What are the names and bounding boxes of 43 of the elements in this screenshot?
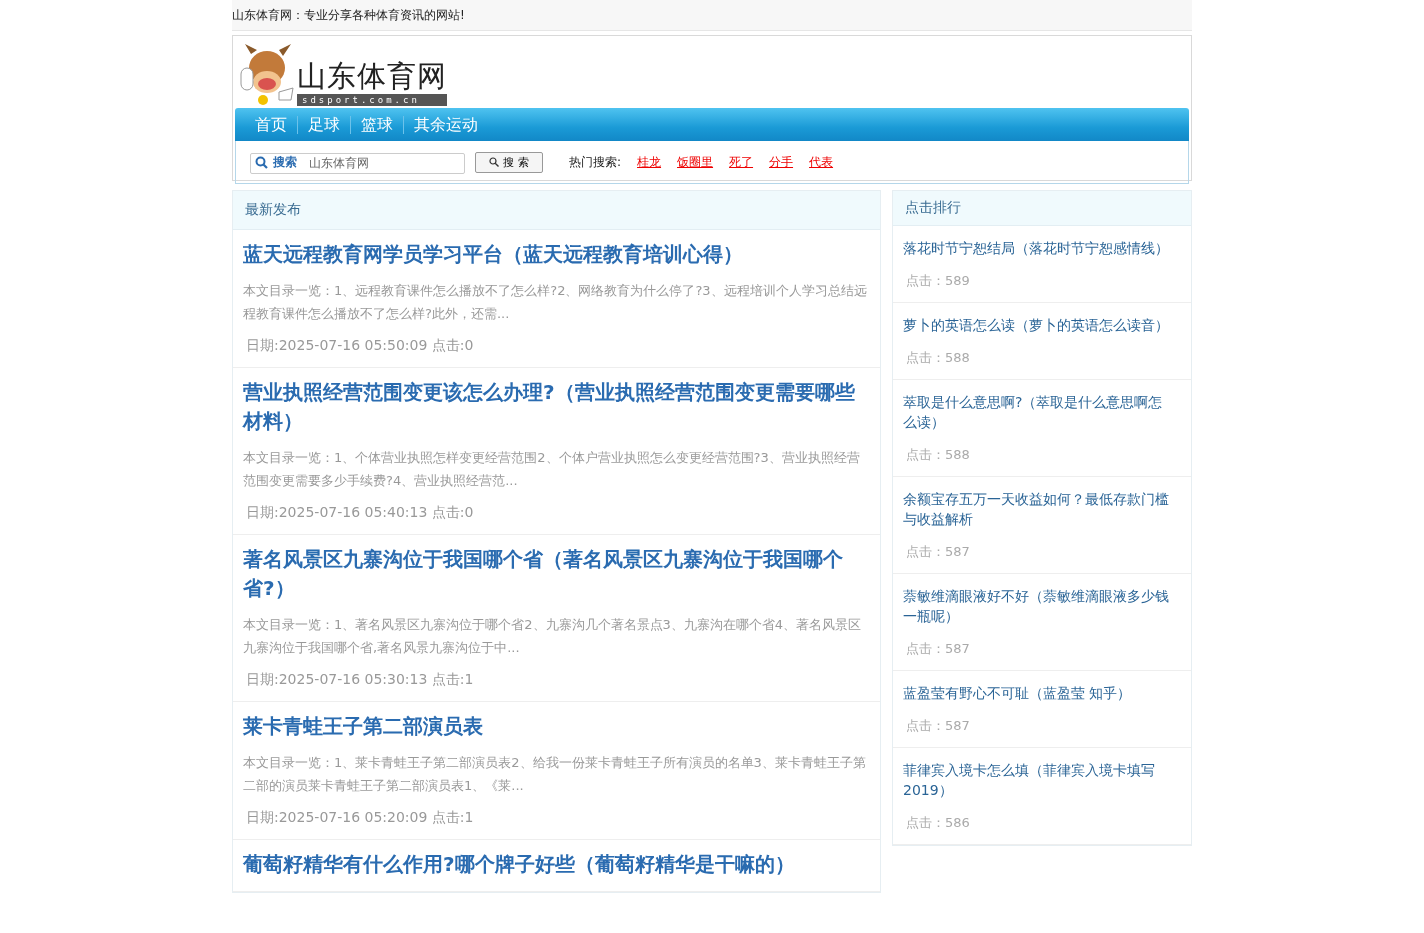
- article-title[interactable]: 莱卡青蛙王子第二部演员表: [243, 712, 870, 741]
- click-count: 点击：587: [905, 640, 971, 658]
- article-title[interactable]: 著名风景区九寨沟位于我国哪个省（著名风景区九寨沟位于我国哪个省?）: [243, 545, 870, 603]
- nav-link[interactable]: 足球: [298, 115, 351, 134]
- logo-domain: sdsport.com.cn: [297, 94, 447, 106]
- site-slogan: 山东体育网：专业分享各种体育资讯的网站!: [232, 6, 465, 24]
- nav-link[interactable]: 篮球: [351, 115, 404, 134]
- logo-title: 山东体育网: [297, 58, 447, 94]
- hot-search-link[interactable]: 饭圈里: [677, 153, 714, 171]
- article-meta: 日期:2025-07-16 05:50:09 点击:0: [245, 337, 475, 355]
- ranking-title[interactable]: 落花时节宁恕结局（落花时节宁恕感情线）: [903, 238, 1171, 258]
- section-heading: 点击排行: [905, 199, 961, 217]
- click-count: 点击：588: [905, 446, 971, 464]
- hot-search-link[interactable]: 分手: [769, 153, 794, 171]
- article-title[interactable]: 营业执照经营范围变更该怎么办理?（营业执照经营范围变更需要哪些材料）: [243, 378, 870, 436]
- search-icon: [255, 155, 268, 169]
- hot-search-link[interactable]: 代表: [809, 153, 834, 171]
- ranking-title[interactable]: 萘敏维滴眼液好不好（萘敏维滴眼液多少钱一瓶呢）: [903, 586, 1171, 626]
- hot-search-label: 热门搜索:: [569, 153, 622, 171]
- ranking-title[interactable]: 菲律宾入境卡怎么填（菲律宾入境卡填写2019）: [903, 760, 1171, 800]
- hot-search-link[interactable]: 死了: [729, 153, 754, 171]
- search-label: 搜索: [273, 153, 297, 171]
- hot-search-link[interactable]: 桂龙: [637, 153, 662, 171]
- article-meta: 日期:2025-07-16 05:40:13 点击:0: [245, 504, 475, 522]
- logo-drawing: [239, 42, 295, 108]
- ranking-title[interactable]: 萝卜的英语怎么读（萝卜的英语怎么读音）: [903, 315, 1171, 335]
- section-heading: 最新发布: [245, 201, 301, 219]
- article-title[interactable]: 蓝天远程教育网学员学习平台（蓝天远程教育培训心得）: [243, 240, 870, 269]
- ranking-title[interactable]: 蓝盈莹有野心不可耻（蓝盈莹 知乎）: [903, 683, 1171, 703]
- nav-link[interactable]: 其余运动: [404, 115, 488, 134]
- click-count: 点击：586: [905, 814, 971, 832]
- click-count: 点击：588: [905, 349, 971, 367]
- search-button[interactable]: 搜 索: [475, 151, 543, 173]
- article-meta: 日期:2025-07-16 05:20:09 点击:1: [245, 809, 475, 827]
- article-meta: 日期:2025-07-16 05:30:13 点击:1: [245, 671, 475, 689]
- ranking-title[interactable]: 余额宝存五万一天收益如何？最低存款门槛与收益解析: [903, 489, 1171, 529]
- click-count: 点击：587: [905, 717, 971, 735]
- search-icon: [489, 157, 500, 167]
- click-count: 点击：589: [905, 272, 971, 290]
- nav-link[interactable]: 首页: [245, 115, 298, 134]
- ranking-title[interactable]: 萃取是什么意思啊?（萃取是什么意思啊怎么读）: [903, 392, 1171, 432]
- article-title[interactable]: 葡萄籽精华有什么作用?哪个牌子好些（葡萄籽精华是干嘛的）: [243, 850, 870, 879]
- click-count: 点击：587: [905, 543, 971, 561]
